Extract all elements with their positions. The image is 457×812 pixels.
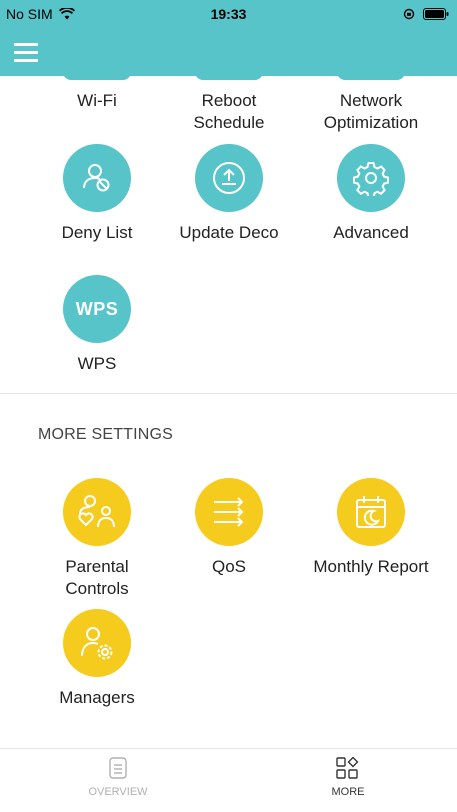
reboot-schedule-item[interactable]: Reboot Schedule xyxy=(154,76,304,134)
managers-item[interactable]: Managers xyxy=(22,609,172,709)
update-deco-item[interactable]: Update Deco xyxy=(154,144,304,244)
wifi-icon-circle xyxy=(63,76,131,80)
deny-list-icon xyxy=(63,144,131,212)
item-label-line1: Network xyxy=(339,91,403,110)
bottom-tab-bar: OVERVIEW MORE xyxy=(0,748,457,812)
qos-arrows-icon xyxy=(195,478,263,546)
hamburger-menu-icon[interactable] xyxy=(14,43,38,63)
wifi-item[interactable]: Wi-Fi xyxy=(22,76,172,112)
qos-item[interactable]: QoS xyxy=(154,478,304,578)
deny-list-item[interactable]: Deny List xyxy=(22,144,172,244)
wps-item[interactable]: WPS WPS xyxy=(22,275,172,375)
battery-icon xyxy=(423,8,449,20)
settings-content: Wi-Fi Reboot Schedule Network Optimizati… xyxy=(0,76,457,748)
status-time: 19:33 xyxy=(210,6,247,22)
status-bar: No SIM 19:33 xyxy=(0,0,457,30)
tab-more[interactable]: MORE xyxy=(288,756,408,798)
item-label-line2: Optimization xyxy=(323,113,419,132)
item-label: Update Deco xyxy=(179,223,279,242)
advanced-item[interactable]: Advanced xyxy=(296,144,446,244)
tab-overview[interactable]: OVERVIEW xyxy=(58,757,178,798)
tab-overview-label: OVERVIEW xyxy=(88,786,148,798)
wps-icon: WPS xyxy=(63,275,131,343)
item-label: Deny List xyxy=(61,223,133,242)
parental-controls-item[interactable]: Parental Controls xyxy=(22,478,172,600)
network-optimization-icon-circle xyxy=(337,76,405,80)
section-divider xyxy=(0,393,457,394)
item-label: Managers xyxy=(59,688,135,707)
managers-icon xyxy=(63,609,131,677)
network-optimization-item[interactable]: Network Optimization xyxy=(296,76,446,134)
reboot-icon-circle xyxy=(195,76,263,80)
item-label-line2: Controls xyxy=(65,579,129,598)
item-label-line2: Schedule xyxy=(193,113,265,132)
calendar-icon xyxy=(337,478,405,546)
app-bar xyxy=(0,30,457,76)
item-label: Advanced xyxy=(333,223,409,242)
item-label: Monthly Report xyxy=(313,557,429,576)
more-grid-icon xyxy=(336,756,359,779)
item-label: WPS xyxy=(77,354,117,373)
orientation-lock-icon xyxy=(403,8,415,20)
tab-more-label: MORE xyxy=(331,786,365,798)
monthly-report-item[interactable]: Monthly Report xyxy=(296,478,446,578)
gear-icon xyxy=(337,144,405,212)
item-label: QoS xyxy=(211,557,247,576)
more-settings-heading: MORE SETTINGS xyxy=(38,426,174,443)
parental-controls-icon xyxy=(63,478,131,546)
item-label-line1: Parental xyxy=(65,557,129,576)
item-label: Wi-Fi xyxy=(77,91,117,110)
item-label-line1: Reboot xyxy=(201,91,257,110)
update-deco-icon xyxy=(195,144,263,212)
overview-icon xyxy=(109,757,127,779)
